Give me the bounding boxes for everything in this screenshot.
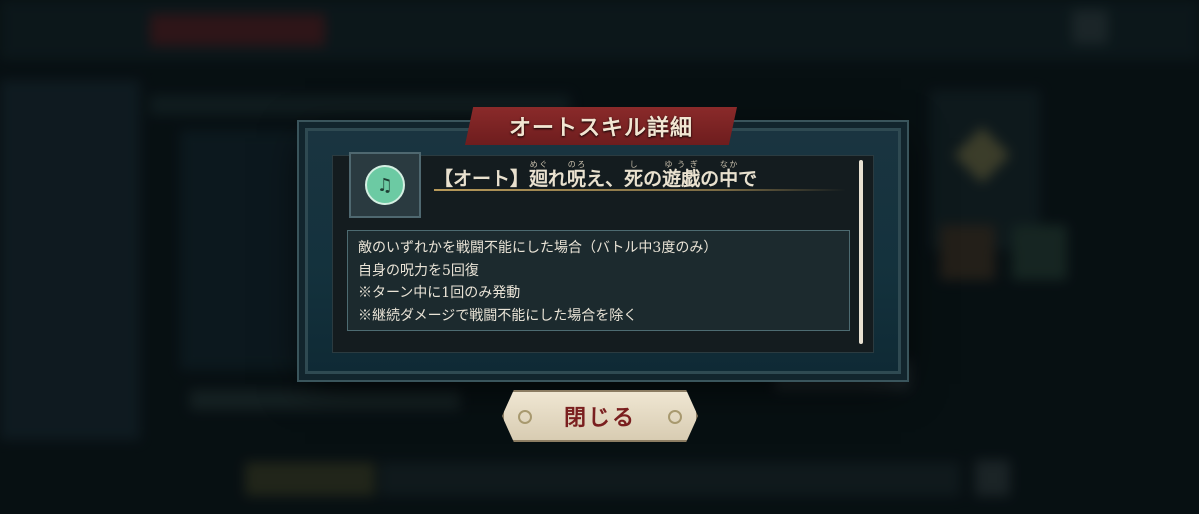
skill-name-kana: の: [643, 168, 663, 190]
skill-name-kana: で: [738, 168, 758, 190]
description-line: ※ターン中に1回のみ発動: [358, 285, 521, 301]
name-divider: [434, 189, 846, 191]
description-line: ※継続ダメージで戦闘不能にした場合を除く: [358, 307, 638, 324]
description-line: 自身の呪力を5回復: [358, 262, 479, 279]
skill-name-kana: の: [700, 168, 720, 190]
description-line: 敵のいずれかを戦闘不能にした場合（バトル中3度のみ）: [358, 240, 718, 256]
skill-name-kanji: 中なか: [719, 160, 739, 190]
skill-name-text: 廻めぐれ呪のろえ、死しの遊戯ゆうぎの中なかで: [529, 160, 758, 190]
skill-name: 【オート】廻めぐれ呪のろえ、死しの遊戯ゆうぎの中なかで: [434, 160, 846, 191]
dialog-title: オートスキル詳細: [465, 107, 737, 145]
skill-emblem-icon: ♫: [365, 165, 405, 205]
skill-name-kanji: 呪のろ: [567, 160, 587, 190]
skill-name-kana: れ: [548, 168, 568, 190]
right-ornament-icon: [668, 410, 682, 424]
skill-description-box: 敵のいずれかを戦闘不能にした場合（バトル中3度のみ） 自身の呪力を5回復 ※ター…: [347, 230, 850, 331]
left-ornament-icon: [518, 410, 532, 424]
skill-type-prefix: 【オート】: [434, 168, 530, 190]
skill-name-kanji: 廻めぐ: [529, 160, 549, 190]
skill-icon-frame: ♫: [349, 152, 421, 218]
skill-name-kanji: 遊戯ゆうぎ: [662, 160, 701, 190]
close-button[interactable]: 閉じる: [502, 390, 698, 442]
skill-name-kana: え、: [586, 168, 625, 190]
scrollbar[interactable]: [859, 160, 863, 344]
skill-name-kanji: 死し: [624, 160, 644, 190]
close-button-label: 閉じる: [563, 405, 636, 431]
